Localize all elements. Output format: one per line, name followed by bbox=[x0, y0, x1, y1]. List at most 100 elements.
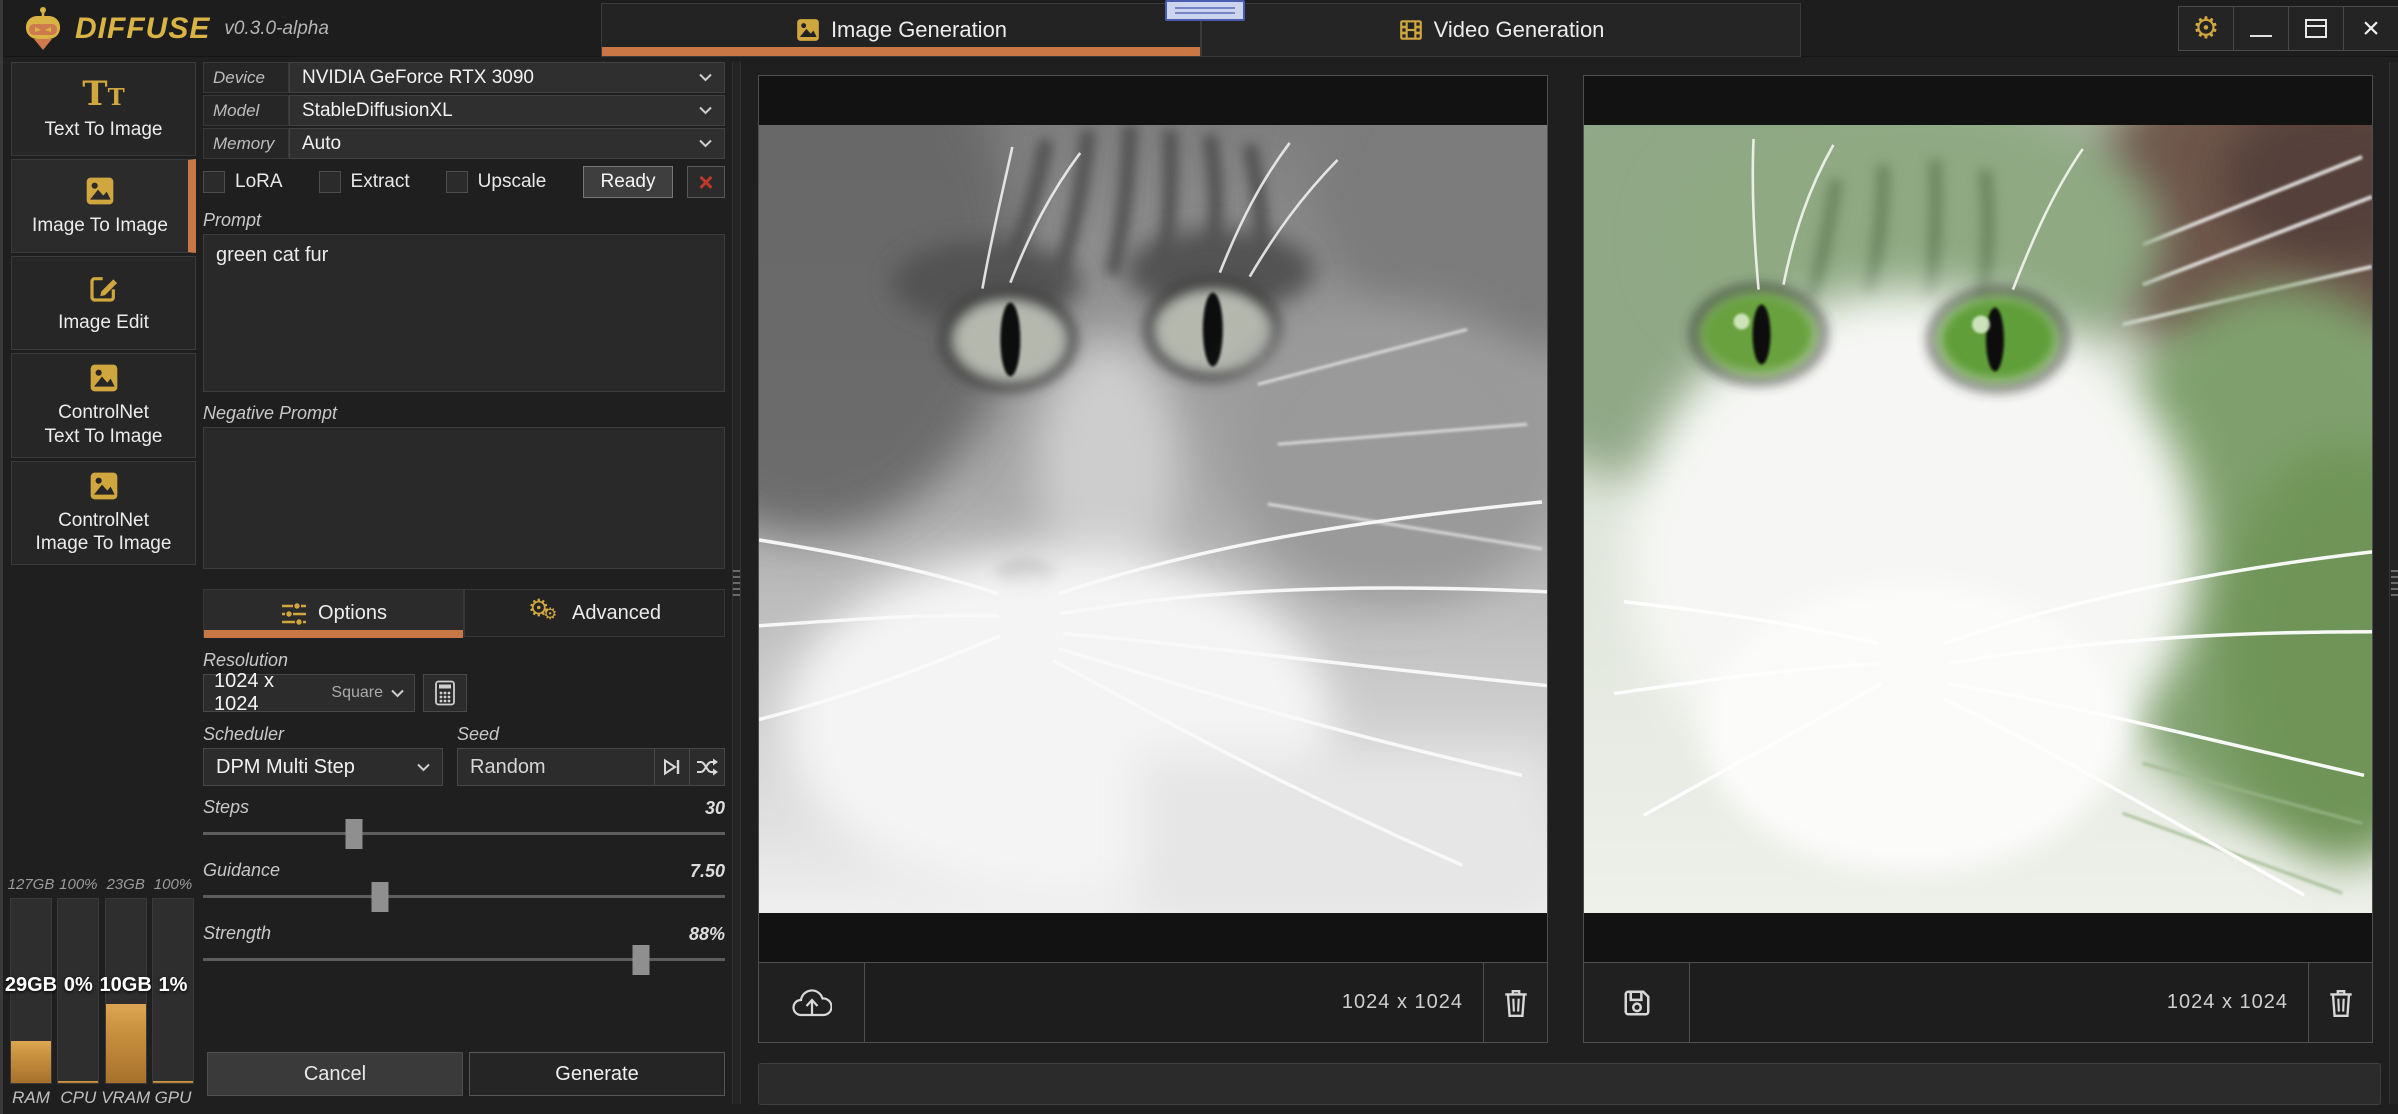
maximize-icon bbox=[2305, 19, 2327, 38]
trash-icon bbox=[1503, 988, 1529, 1018]
meter-cpu: 100% 0% CPU bbox=[56, 876, 100, 1108]
feature-toggles: LoRA Extract Upscale Ready × bbox=[203, 165, 725, 199]
model-select[interactable]: StableDiffusionXL bbox=[289, 95, 725, 126]
image-workspace: 1024 x 1024 bbox=[748, 62, 2389, 1106]
scheduler-select[interactable]: DPM Multi Step bbox=[203, 748, 443, 786]
meter-bar: 29GB bbox=[10, 898, 52, 1084]
tab-label: Image Generation bbox=[831, 17, 1007, 43]
delete-source-image-button[interactable] bbox=[1483, 963, 1547, 1042]
upload-image-button[interactable] bbox=[759, 963, 865, 1042]
app-logo: DIFFUSE v0.3.0-alpha bbox=[21, 6, 329, 52]
source-image-footer: 1024 x 1024 bbox=[759, 962, 1547, 1042]
status-badge[interactable]: Ready bbox=[583, 166, 673, 198]
minimize-button[interactable] bbox=[2233, 6, 2289, 51]
save-image-button[interactable] bbox=[1584, 963, 1690, 1042]
shuffle-icon bbox=[696, 757, 718, 777]
memory-row: Memory Auto bbox=[203, 128, 725, 159]
resolution-calculator-button[interactable] bbox=[423, 674, 467, 712]
sliders-icon bbox=[280, 601, 308, 627]
generate-button[interactable]: Generate bbox=[469, 1052, 725, 1096]
window-drag-handle[interactable] bbox=[1165, 0, 1245, 21]
negative-prompt-input[interactable] bbox=[203, 427, 725, 569]
close-button[interactable]: × bbox=[2343, 6, 2398, 51]
history-thumbnail-strip[interactable] bbox=[758, 1063, 2381, 1105]
delete-result-image-button[interactable] bbox=[2308, 963, 2372, 1042]
device-label: Device bbox=[203, 62, 289, 93]
guidance-value: 7.50 bbox=[690, 861, 725, 882]
cancel-button[interactable]: Cancel bbox=[207, 1052, 463, 1096]
sidebar-item-controlnet-image-to-image[interactable]: ControlNet Image To Image bbox=[11, 461, 196, 566]
steps-slider[interactable] bbox=[203, 819, 725, 849]
negative-prompt-label: Negative Prompt bbox=[203, 403, 725, 425]
prompt-label: Prompt bbox=[203, 210, 725, 232]
app-version: v0.3.0-alpha bbox=[224, 18, 329, 40]
source-image[interactable] bbox=[759, 76, 1547, 962]
settings-button[interactable]: ⚙ bbox=[2178, 6, 2234, 51]
sidebar-item-image-to-image[interactable]: Image To Image bbox=[11, 159, 196, 253]
meter-bar: 10GB bbox=[105, 898, 147, 1084]
options-tabs: Options ⚙⚙ Advanced bbox=[203, 589, 725, 637]
resource-meters: 127GB 29GB RAM 100% 0% CPU 23GB 10GB VRA… bbox=[9, 876, 195, 1108]
seed-controls: Random bbox=[457, 748, 725, 786]
seed-randomize-button[interactable] bbox=[689, 748, 725, 786]
image-icon bbox=[795, 17, 821, 43]
tab-options[interactable]: Options bbox=[203, 589, 464, 637]
seed-label: Seed bbox=[457, 724, 725, 746]
lora-label: LoRA bbox=[235, 171, 283, 193]
image-icon bbox=[88, 362, 120, 394]
tab-label: Video Generation bbox=[1434, 17, 1605, 43]
app-name: DIFFUSE bbox=[75, 12, 210, 46]
meter-bar: 1% bbox=[152, 898, 194, 1084]
scheduler-label: Scheduler bbox=[203, 724, 443, 746]
steps-value: 30 bbox=[705, 798, 725, 819]
chevron-down-icon bbox=[699, 73, 712, 82]
generation-controls-panel: Device NVIDIA GeForce RTX 3090 Model Sta… bbox=[203, 62, 725, 1098]
resolution-select[interactable]: 1024 x 1024 Square bbox=[203, 674, 415, 712]
lora-checkbox[interactable] bbox=[203, 171, 225, 193]
minimize-icon bbox=[2250, 35, 2272, 37]
abort-button[interactable]: × bbox=[687, 166, 725, 198]
strength-label: Strength bbox=[203, 923, 271, 945]
strength-slider[interactable] bbox=[203, 945, 725, 975]
chevron-down-icon bbox=[699, 106, 712, 115]
device-select[interactable]: NVIDIA GeForce RTX 3090 bbox=[289, 62, 725, 93]
memory-label: Memory bbox=[203, 128, 289, 159]
guidance-slider[interactable] bbox=[203, 882, 725, 912]
meter-gpu: 100% 1% GPU bbox=[151, 876, 195, 1108]
slider-thumb[interactable] bbox=[346, 819, 363, 849]
meter-vram: 23GB 10GB VRAM bbox=[104, 876, 148, 1108]
maximize-button[interactable] bbox=[2288, 6, 2344, 51]
slider-thumb[interactable] bbox=[633, 945, 650, 975]
titlebar: DIFFUSE v0.3.0-alpha Image Generation Vi… bbox=[3, 0, 2398, 57]
tab-advanced[interactable]: ⚙⚙ Advanced bbox=[464, 589, 725, 637]
guidance-header: Guidance 7.50 bbox=[203, 858, 725, 882]
chevron-down-icon bbox=[417, 763, 430, 772]
guidance-label: Guidance bbox=[203, 860, 280, 882]
window-controls: ⚙ × bbox=[2179, 6, 2398, 51]
film-icon bbox=[1398, 17, 1424, 43]
slider-thumb[interactable] bbox=[372, 882, 389, 912]
memory-select[interactable]: Auto bbox=[289, 128, 725, 159]
sidebar-item-controlnet-text-to-image[interactable]: ControlNet Text To Image bbox=[11, 353, 196, 458]
device-row: Device NVIDIA GeForce RTX 3090 bbox=[203, 62, 725, 93]
prompt-input[interactable]: green cat fur bbox=[203, 234, 725, 392]
upscale-checkbox[interactable] bbox=[446, 171, 468, 193]
result-image[interactable] bbox=[1584, 76, 2372, 962]
tab-video-generation[interactable]: Video Generation bbox=[1201, 3, 1801, 57]
right-edge-splitter[interactable] bbox=[2389, 62, 2398, 1104]
upscale-label: Upscale bbox=[478, 171, 547, 193]
sidebar-item-text-to-image[interactable]: TT Text To Image bbox=[11, 62, 196, 156]
extract-checkbox[interactable] bbox=[319, 171, 341, 193]
seed-input[interactable]: Random bbox=[457, 748, 655, 786]
panel-splitter[interactable] bbox=[732, 62, 741, 1104]
chevron-down-icon bbox=[391, 689, 404, 698]
text-icon: TT bbox=[82, 77, 124, 111]
sidebar-item-image-edit[interactable]: Image Edit bbox=[11, 256, 196, 350]
resolution-row: 1024 x 1024 Square bbox=[203, 674, 725, 712]
splitter-grip-icon bbox=[2391, 570, 2398, 596]
diffuse-mascot-icon bbox=[21, 6, 65, 52]
red-x-icon: × bbox=[698, 167, 713, 198]
seed-reuse-button[interactable] bbox=[654, 748, 690, 786]
strength-header: Strength 88% bbox=[203, 921, 725, 945]
tab-image-generation[interactable]: Image Generation bbox=[601, 3, 1201, 57]
